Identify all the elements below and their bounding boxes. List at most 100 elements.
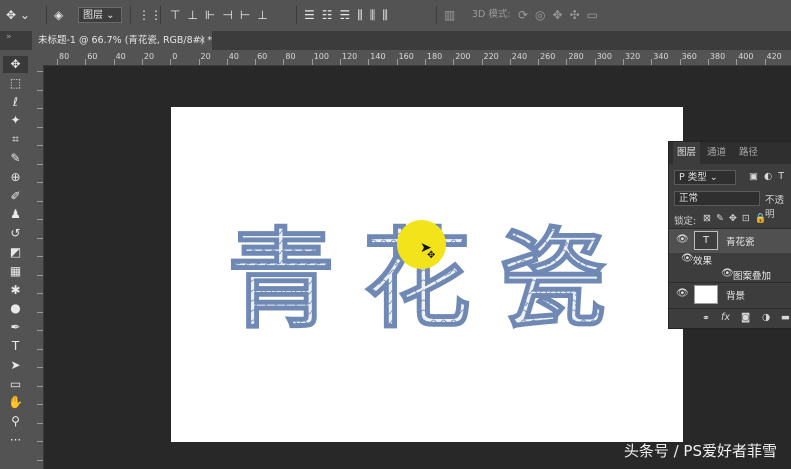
auto-align-icon[interactable]: ▥ — [444, 7, 455, 23]
auto-select-icon[interactable]: ◈ — [54, 7, 63, 23]
gradient-tool[interactable]: ▦ — [3, 263, 28, 280]
adjustment-icon[interactable]: ◑ — [762, 312, 770, 323]
pen-tool[interactable]: ✒ — [3, 319, 28, 336]
mode-3d-label: 3D 模式: — [472, 9, 511, 20]
tab-paths[interactable]: 路径 — [739, 142, 758, 164]
layer-name: 背景 — [726, 291, 746, 302]
ruler-tick — [37, 89, 43, 91]
ruler-tick — [736, 59, 738, 65]
layers-panel-tabs: 图层 通道 路径 — [669, 142, 791, 164]
ruler-label: 340 — [653, 52, 669, 61]
fx-icon[interactable]: fx — [721, 312, 730, 323]
document-tab[interactable]: 未标题-1 @ 66.7% (青花瓷, RGB/8#) * × — [32, 31, 212, 50]
effects-eye-icon[interactable]: 👁 — [681, 253, 694, 264]
ruler-label: 280 — [568, 52, 584, 61]
zoom-tool[interactable]: ⚲ — [3, 413, 28, 430]
options-bar: ✥ ⌄ ◈ 图层 ⌄ ⋮⋮ ⊤⊥⊩⊣⊢⊥ ☰☷☴⫼⫼⫼ ▥ 3D 模式: ⟳◎✥… — [0, 0, 791, 32]
folder-icon[interactable]: ▬ — [781, 312, 790, 323]
transform-controls-icon[interactable]: ⋮⋮ — [138, 7, 162, 23]
eraser-tool[interactable]: ◩ — [3, 244, 28, 261]
layer-row-text[interactable]: 👁 T 青花瓷 — [669, 228, 791, 253]
ruler-label: 240 — [511, 52, 528, 61]
visibility-eye-icon[interactable]: 👁 — [676, 234, 689, 245]
ruler-tick — [37, 256, 43, 257]
document-tab-title: 未标题-1 @ 66.7% (青花瓷, RGB/8#) * — [38, 35, 213, 46]
ruler-tick — [37, 182, 43, 183]
effects-label: 效果 — [693, 256, 713, 267]
ruler-tick — [37, 385, 43, 387]
pattern-overlay-eye-icon[interactable]: 👁 — [721, 268, 734, 279]
layer-filter-dropdown[interactable]: P 类型 ⌄ — [674, 170, 736, 185]
ruler-tick — [113, 59, 115, 65]
ruler-tick — [707, 59, 709, 65]
ruler-label: 260 — [540, 52, 556, 61]
blend-mode-dropdown[interactable]: 正常 — [674, 191, 760, 206]
align-icons[interactable]: ⊤⊥⊩⊣⊢⊥ — [170, 7, 275, 23]
lock-icons[interactable]: ⊠✎✥⊡🔒 — [703, 213, 772, 224]
ruler-tick — [566, 59, 568, 65]
stamp-tool[interactable]: ♟ — [3, 206, 28, 223]
ruler-tick — [37, 441, 43, 442]
ruler-label: 60 — [257, 52, 268, 61]
shape-tool[interactable]: ▭ — [3, 376, 28, 393]
move-tool-icon[interactable]: ✥ ⌄ — [6, 7, 30, 23]
ruler-tick — [340, 59, 341, 65]
pattern-overlay-row[interactable]: 👁 图案叠加 — [669, 267, 791, 282]
more-tools[interactable]: ··· — [3, 432, 28, 449]
ruler-tick — [311, 59, 313, 65]
ruler-tick — [481, 59, 483, 65]
layers-footer: ⚭ fx ◙ ◑ ▬ — [669, 308, 791, 331]
ruler-label: 40 — [228, 52, 239, 61]
lock-label: 锁定: — [674, 216, 697, 227]
layer-effects-row[interactable]: 👁 效果 — [669, 252, 791, 267]
tab-layers[interactable]: 图层 — [673, 142, 701, 164]
ruler-label: 220 — [483, 52, 499, 61]
document-canvas[interactable]: 青花瓷 — [171, 107, 683, 442]
ruler-tick — [679, 59, 681, 65]
magic-wand-tool[interactable]: ✦ — [3, 112, 28, 129]
ruler-tick — [396, 59, 398, 65]
lasso-tool[interactable]: ℓ — [3, 94, 28, 111]
layers-panel: 图层 通道 路径 P 类型 ⌄ ▣◐T 正常 不透明 锁定: ⊠✎✥⊡🔒 👁 T… — [668, 141, 791, 329]
ruler-label: 80 — [285, 52, 296, 61]
ruler-tick — [37, 126, 43, 128]
distribute-icons[interactable]: ☰☷☴⫼⫼⫼ — [304, 7, 395, 23]
ruler-tick — [37, 274, 43, 276]
ruler-label: 60 — [87, 52, 98, 61]
separator — [46, 6, 47, 24]
filter-icons[interactable]: ▣◐T — [749, 171, 790, 182]
history-brush-tool[interactable]: ↺ — [3, 225, 28, 242]
ruler-tick — [623, 59, 624, 65]
crop-tool[interactable]: ⌗ — [3, 131, 28, 148]
visibility-eye-icon[interactable]: 👁 — [676, 288, 689, 299]
ruler-tick — [37, 71, 43, 72]
link-icon[interactable]: ⚭ — [702, 313, 710, 324]
type-tool[interactable]: T — [3, 338, 28, 355]
auto-select-dropdown[interactable]: 图层 ⌄ — [78, 7, 122, 23]
ruler-tick — [37, 200, 43, 202]
ruler-label: 200 — [455, 52, 471, 61]
separator — [160, 6, 161, 24]
collapse-icon[interactable]: » — [6, 32, 12, 42]
separator — [436, 6, 437, 24]
mask-icon[interactable]: ◙ — [741, 312, 750, 323]
ruler-label: 100 — [313, 52, 329, 61]
ruler-label: 400 — [738, 52, 754, 61]
ruler-tick — [368, 59, 370, 65]
ruler-tick — [37, 348, 43, 350]
brush-tool[interactable]: ✐ — [3, 188, 28, 205]
ruler-tick — [594, 59, 596, 65]
blur-tool[interactable]: ✱ — [3, 282, 28, 299]
layer-row-background[interactable]: 👁 背景 — [669, 282, 791, 307]
dodge-tool[interactable]: ● — [3, 300, 28, 317]
path-selection-tool[interactable]: ➤ — [3, 357, 28, 374]
hand-tool[interactable]: ✋ — [3, 394, 28, 411]
close-tab-icon[interactable]: × — [198, 31, 206, 50]
ruler-label: 0 — [172, 52, 178, 61]
3d-mode-icons[interactable]: ⟳◎✥✣▭ — [518, 7, 605, 23]
marquee-tool[interactable]: ⬚ — [3, 75, 28, 92]
healing-tool[interactable]: ⊕ — [3, 169, 28, 186]
eyedropper-tool[interactable]: ✎ — [3, 150, 28, 167]
move-tool[interactable]: ✥ — [3, 56, 28, 73]
tab-channels[interactable]: 通道 — [707, 142, 726, 164]
